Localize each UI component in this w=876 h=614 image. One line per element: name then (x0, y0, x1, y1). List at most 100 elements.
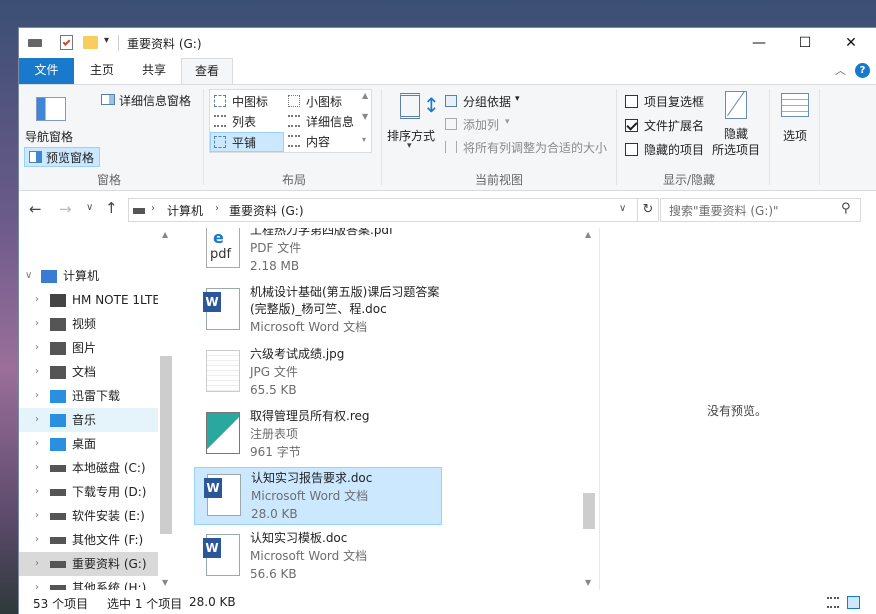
file-item[interactable]: 六级考试成绩.jpg JPG 文件 65.5 KB (194, 344, 442, 402)
group-label-layout: 布局 (281, 173, 306, 187)
file-item[interactable]: W 认知实习报告要求.doc Microsoft Word 文档 28.0 KB (194, 467, 442, 525)
tree-item[interactable]: › 迅雷下载 (19, 384, 175, 408)
layout-gallery: 中图标 小图标 列表 详细信息 平铺 内容 ▲ ▼ ▾ (209, 89, 372, 153)
refresh-icon[interactable]: ↻ (637, 198, 659, 222)
tree-item[interactable]: › 重要资料 (G:) (19, 552, 175, 576)
hidden-items-toggle[interactable]: 隐藏的项目 (623, 140, 713, 159)
preview-pane-label: 预览窗格 (46, 151, 95, 165)
close-button[interactable]: ✕ (828, 28, 874, 58)
breadcrumb-drive[interactable]: 重要资料 (G:) (229, 202, 304, 219)
tree-item[interactable]: › 音乐 (19, 408, 175, 432)
expand-right-icon[interactable]: › (35, 480, 45, 504)
address-bar[interactable]: › 计算机 › 重要资料 (G:) ∨ (128, 198, 638, 222)
quick-access-dropdown-icon[interactable]: ▾ (104, 35, 109, 46)
file-item[interactable]: W 认知实习模板.doc Microsoft Word 文档 56.6 KB (194, 528, 442, 586)
expand-right-icon[interactable]: › (35, 552, 45, 576)
tree-item[interactable]: › 其他系统 (H:) (19, 576, 175, 590)
expand-right-icon[interactable]: › (35, 504, 45, 528)
file-list-scrollbar[interactable]: ▲ ▼ (581, 228, 598, 590)
minimize-button[interactable]: — (736, 28, 782, 58)
large-icons-view-icon[interactable] (847, 596, 860, 609)
system-drive-icon (50, 465, 66, 472)
back-icon[interactable]: ← (29, 200, 42, 218)
layout-details[interactable]: 详细信息 (286, 112, 366, 131)
expand-right-icon[interactable]: › (35, 384, 45, 408)
list-scroll-thumb[interactable] (583, 493, 595, 529)
maximize-button[interactable]: ☐ (782, 28, 828, 58)
expand-down-icon[interactable]: ∨ (25, 264, 35, 288)
expand-right-icon[interactable]: › (35, 336, 45, 360)
pdf-badge-icon: pdf (210, 247, 232, 262)
group-by-button[interactable]: 分组依据 ▾ (443, 92, 533, 111)
address-separator-icon[interactable]: › (151, 203, 155, 214)
options-button[interactable]: 选项 (775, 91, 815, 151)
nav-pane-button[interactable]: 导航窗格 (23, 93, 73, 145)
expand-right-icon[interactable]: › (35, 528, 45, 552)
tab-file[interactable]: 文件 (19, 58, 74, 84)
file-item[interactable]: 取得管理员所有权.reg 注册表项 961 字节 (194, 406, 442, 464)
tree-item[interactable]: › 文档 (19, 360, 175, 384)
tree-item[interactable]: › 视频 (19, 312, 175, 336)
gallery-scroll-down-icon[interactable]: ▼ (362, 112, 368, 121)
expand-right-icon[interactable]: › (35, 312, 45, 336)
tree-item[interactable]: › HM NOTE 1LTE (19, 288, 175, 312)
item-checkboxes-toggle[interactable]: 项目复选框 (623, 92, 713, 111)
expand-right-icon[interactable]: › (35, 288, 45, 312)
expand-right-icon[interactable]: › (35, 576, 45, 590)
file-item[interactable]: W 机械设计基础(第五版)课后习题答案(完整版)_杨可竺、程.doc Microso… (194, 282, 442, 340)
search-box[interactable]: 搜索"重要资料 (G:)" ⚲ (660, 198, 861, 222)
tree-item[interactable]: › 图片 (19, 336, 175, 360)
new-folder-icon[interactable] (83, 36, 98, 49)
list-scroll-down-icon[interactable]: ▼ (585, 578, 591, 587)
file-type: Microsoft Word 文档 (250, 320, 368, 334)
up-icon[interactable]: ↑ (105, 199, 118, 217)
hide-selected-button[interactable]: 隐藏 所选项目 (711, 90, 763, 161)
tab-view[interactable]: 查看 (181, 58, 233, 85)
address-separator-icon[interactable]: › (215, 203, 219, 214)
layout-tiles[interactable]: 平铺 (210, 132, 284, 152)
tree-scroll-thumb[interactable] (160, 356, 172, 534)
search-input[interactable]: 搜索"重要资料 (G:)" (669, 202, 779, 219)
size-all-columns-button[interactable]: 将所有列调整为合适的大小 (443, 138, 615, 157)
breadcrumb-computer[interactable]: 计算机 (167, 202, 203, 219)
tree-item[interactable]: › 下载专用 (D:) (19, 480, 175, 504)
recent-locations-icon[interactable]: ∨ (86, 202, 93, 213)
layout-content[interactable]: 内容 (286, 132, 366, 151)
tree-item[interactable]: › 本地磁盘 (C:) (19, 456, 175, 480)
list-scroll-up-icon[interactable]: ▲ (585, 230, 591, 239)
sort-by-button[interactable]: ↕ 排序方式 ▾ (385, 91, 441, 151)
expand-right-icon[interactable]: › (35, 456, 45, 480)
preview-pane-button[interactable]: 预览窗格 (24, 147, 100, 167)
layout-list[interactable]: 列表 (212, 112, 284, 131)
tab-home[interactable]: 主页 (77, 58, 127, 84)
tree-item[interactable]: › 桌面 (19, 432, 175, 456)
tree-scrollbar[interactable]: ▲ ▼ (158, 228, 175, 590)
tree-scroll-up-icon[interactable]: ▲ (162, 230, 168, 239)
details-view-icon[interactable] (827, 597, 839, 608)
properties-icon[interactable] (60, 35, 73, 50)
help-icon[interactable]: ? (855, 63, 870, 78)
details-pane-button[interactable]: 详细信息窗格 (101, 91, 201, 111)
search-icon[interactable]: ⚲ (841, 201, 851, 216)
file-item[interactable]: pdf e 工程热力学第四版答案.pdf PDF 文件 2.18 MB (194, 228, 442, 278)
layout-small-icons[interactable]: 小图标 (286, 92, 366, 111)
tree-item[interactable]: ∨ 计算机 (19, 264, 175, 288)
gallery-more-icon[interactable]: ▾ (362, 135, 366, 144)
expand-right-icon[interactable]: › (35, 432, 45, 456)
tree-item[interactable]: › 软件安装 (E:) (19, 504, 175, 528)
add-columns-button[interactable]: 添加列 ▾ (443, 115, 543, 134)
collapse-ribbon-icon[interactable]: ︿ (835, 62, 846, 78)
address-dropdown-icon[interactable]: ∨ (619, 203, 626, 214)
group-by-dropdown-icon: ▾ (515, 94, 520, 104)
file-extensions-toggle[interactable]: 文件扩展名 (623, 116, 713, 135)
layout-medium-icons[interactable]: 中图标 (212, 92, 284, 111)
tree-scroll-down-icon[interactable]: ▼ (162, 578, 168, 587)
drive-icon (28, 39, 42, 47)
tab-share[interactable]: 共享 (129, 58, 179, 84)
forward-icon[interactable]: → (59, 200, 72, 218)
tree-item[interactable]: › 其他文件 (F:) (19, 528, 175, 552)
gallery-scroll-up-icon[interactable]: ▲ (362, 91, 368, 100)
expand-right-icon[interactable]: › (35, 360, 45, 384)
tree-item-label: 桌面 (72, 437, 97, 451)
expand-right-icon[interactable]: › (35, 408, 45, 432)
